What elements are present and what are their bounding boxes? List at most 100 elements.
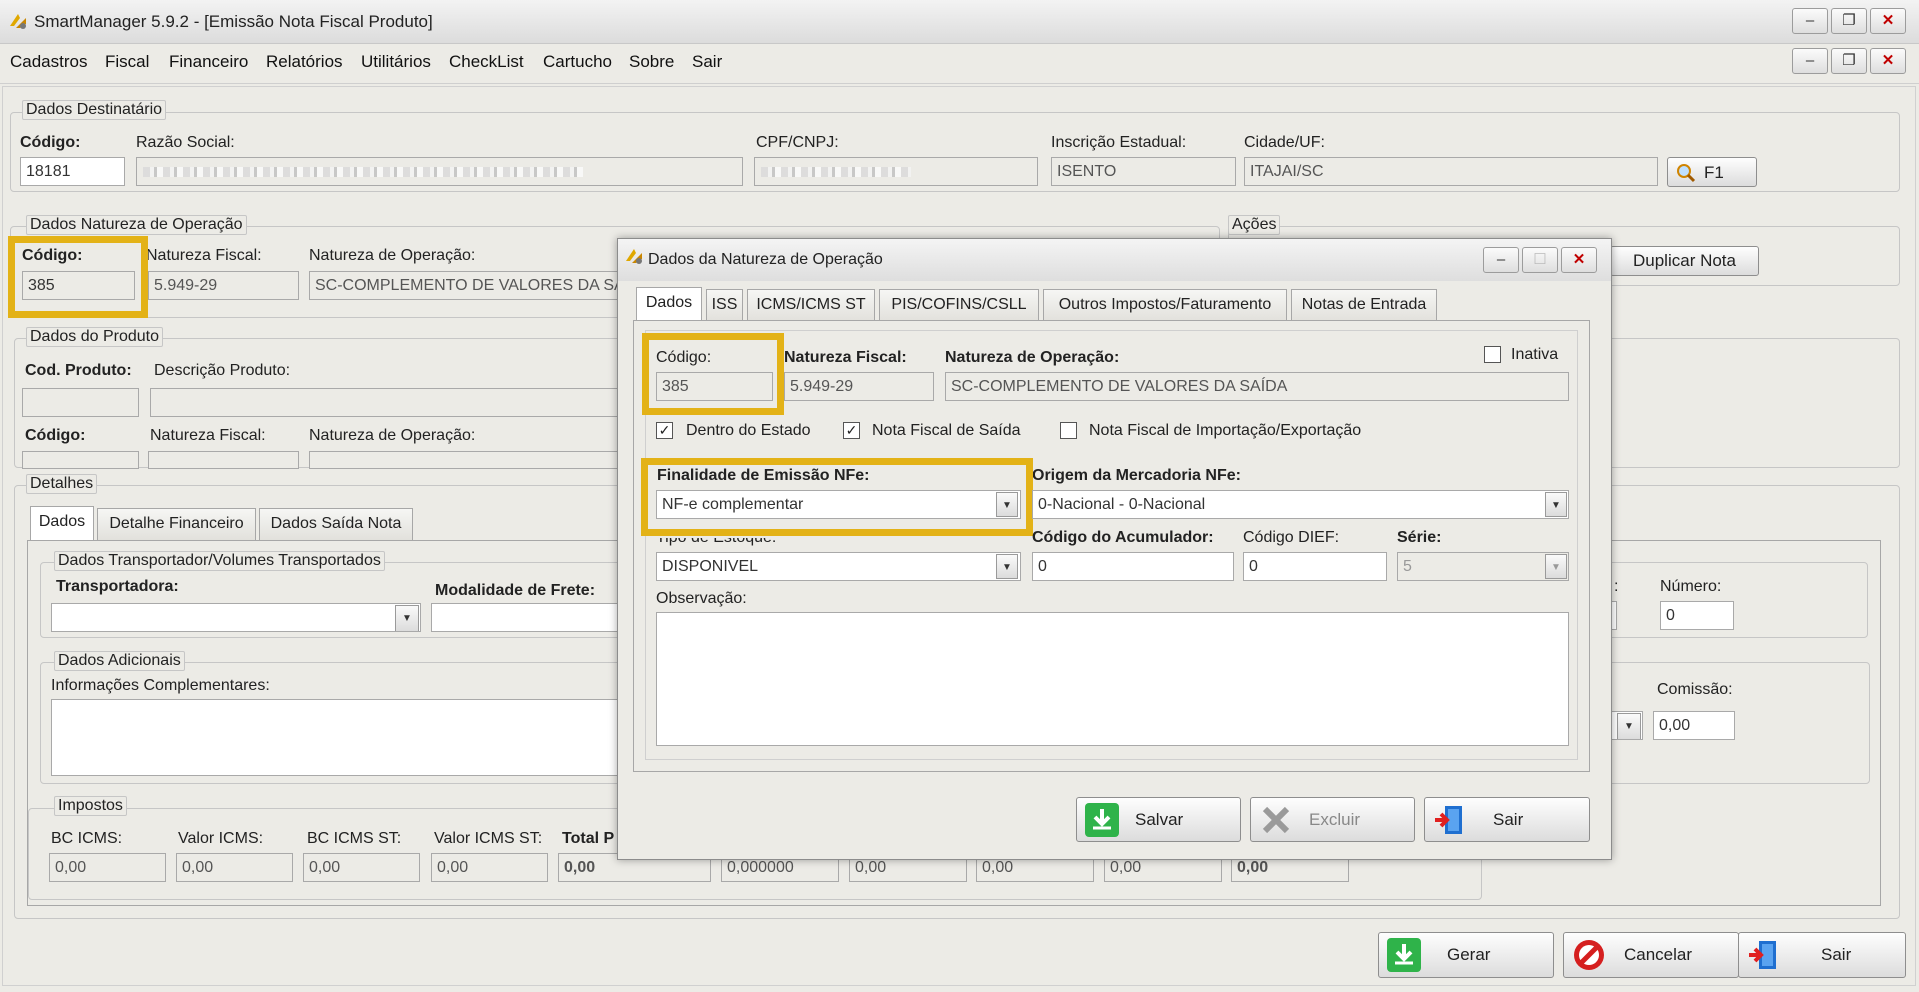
transportadora-select[interactable]: ▼ bbox=[51, 603, 421, 632]
cpf-cnpj-field[interactable] bbox=[754, 157, 1038, 186]
bc-icms-st-field[interactable]: 0,00 bbox=[303, 853, 420, 882]
close-button[interactable]: ✕ bbox=[1870, 8, 1906, 34]
info-complementares-textarea[interactable] bbox=[51, 699, 621, 776]
modal-fiscal-label: Natureza Fiscal: bbox=[784, 349, 907, 366]
tab-detalhes-dados[interactable]: Dados bbox=[30, 506, 94, 540]
natureza-operacao-field[interactable]: SC-COMPLEMENTO DE VALORES DA SA bbox=[309, 271, 629, 300]
gerar-label: Gerar bbox=[1447, 945, 1491, 964]
valor-icms-st-field[interactable]: 0,00 bbox=[431, 853, 548, 882]
tab-modal-notas-entrada[interactable]: Notas de Entrada bbox=[1291, 289, 1437, 321]
dentro-estado-checkbox[interactable]: ✓ bbox=[656, 422, 673, 439]
dief-label: Código DIEF: bbox=[1243, 529, 1340, 546]
tab-modal-dados[interactable]: Dados bbox=[636, 287, 702, 321]
serie-select[interactable]: 5 bbox=[1397, 552, 1569, 581]
acumulador-label: Código do Acumulador: bbox=[1032, 529, 1214, 546]
observacao-textarea[interactable] bbox=[656, 612, 1569, 746]
destinatario-codigo-field[interactable]: 18181 bbox=[20, 157, 125, 186]
razao-social-field[interactable] bbox=[136, 157, 743, 186]
valor-icms-field[interactable]: 0,00 bbox=[176, 853, 293, 882]
restore-button[interactable]: ❐ bbox=[1831, 8, 1867, 34]
inscricao-estadual-field[interactable]: ISENTO bbox=[1051, 157, 1236, 186]
total-label: Total P bbox=[562, 830, 615, 847]
modal-excluir-label: Excluir bbox=[1309, 809, 1361, 829]
natureza-fiscal-label: Natureza Fiscal: bbox=[146, 247, 262, 264]
produto-desc-label: Descrição Produto: bbox=[154, 362, 291, 379]
destinatario-group-label: Dados Destinatário bbox=[22, 100, 167, 120]
inativa-checkbox[interactable] bbox=[1484, 346, 1501, 363]
menu-checklist[interactable]: CheckList bbox=[449, 52, 524, 72]
dialog-close-button[interactable]: ✕ bbox=[1561, 247, 1597, 273]
acumulador-field[interactable]: 0 bbox=[1032, 552, 1234, 581]
produto-fiscal-label: Natureza Fiscal: bbox=[150, 427, 266, 444]
produto-operacao-label: Natureza de Operação: bbox=[309, 427, 476, 444]
menu-relatorios[interactable]: Relatórios bbox=[266, 52, 343, 72]
modalidade-frete-select[interactable] bbox=[431, 603, 621, 632]
serie-chevron-down-icon[interactable]: ▼ bbox=[1545, 554, 1567, 579]
produto-codigo-label: Código: bbox=[25, 427, 86, 444]
natureza-fiscal-field[interactable]: 5.949-29 bbox=[148, 271, 299, 300]
produto-group-label: Dados do Produto bbox=[26, 327, 163, 347]
menu-cartucho[interactable]: Cartucho bbox=[543, 52, 612, 72]
inscricao-estadual-label: Inscrição Estadual: bbox=[1051, 134, 1187, 151]
tab-detalhe-financeiro[interactable]: Detalhe Financeiro bbox=[97, 508, 256, 540]
tab-dados-saida-nota[interactable]: Dados Saída Nota bbox=[259, 508, 413, 540]
modal-fiscal-field[interactable]: 5.949-29 bbox=[784, 372, 934, 401]
importacao-checkbox[interactable] bbox=[1060, 422, 1077, 439]
info-complementares-label: Informações Complementares: bbox=[51, 677, 270, 694]
produto-desc-field[interactable] bbox=[150, 388, 620, 417]
sair-button[interactable]: Sair bbox=[1738, 932, 1906, 978]
dialog-maximize-button[interactable]: ☐ bbox=[1522, 247, 1558, 273]
razao-social-label: Razão Social: bbox=[136, 134, 235, 151]
exit-door-icon bbox=[1433, 803, 1467, 837]
detalhes-group-label: Detalhes bbox=[26, 474, 98, 494]
comissao-field[interactable]: 0,00 bbox=[1653, 711, 1735, 740]
dialog-minimize-button[interactable]: – bbox=[1483, 247, 1519, 273]
exit-door-icon bbox=[1747, 938, 1781, 972]
modal-sair-label: Sair bbox=[1493, 809, 1524, 829]
menu-utilitarios[interactable]: Utilitários bbox=[361, 52, 431, 72]
produto-fiscal-field[interactable] bbox=[148, 451, 299, 469]
modal-operacao-label: Natureza de Operação: bbox=[945, 349, 1120, 366]
cidade-uf-field[interactable]: ITAJAI/SC bbox=[1244, 157, 1658, 186]
child-restore-button[interactable]: ❐ bbox=[1831, 48, 1867, 74]
modal-salvar-button[interactable]: Salvar bbox=[1076, 797, 1241, 842]
tab-modal-outros-impostos[interactable]: Outros Impostos/Faturamento bbox=[1043, 289, 1287, 321]
estoque-chevron-down-icon[interactable]: ▼ bbox=[996, 554, 1018, 579]
volumes-label-colon: : bbox=[1614, 578, 1619, 595]
produto-cod-field[interactable] bbox=[22, 388, 139, 417]
menu-financeiro[interactable]: Financeiro bbox=[169, 52, 248, 72]
tab-modal-pis-cofins[interactable]: PIS/COFINS/CSLL bbox=[879, 289, 1039, 321]
dialog-title: Dados da Natureza de Operação bbox=[648, 251, 883, 268]
duplicar-nota-button[interactable]: Duplicar Nota bbox=[1610, 246, 1759, 276]
produto-operacao-field[interactable] bbox=[309, 451, 619, 469]
inativa-label: Inativa bbox=[1511, 346, 1559, 363]
dief-field[interactable]: 0 bbox=[1243, 552, 1387, 581]
numero-field[interactable]: 0 bbox=[1660, 601, 1734, 630]
child-minimize-button[interactable]: – bbox=[1792, 48, 1828, 74]
search-f1-button[interactable]: F1 bbox=[1667, 157, 1757, 187]
origem-select[interactable]: 0-Nacional - 0-Nacional bbox=[1032, 490, 1569, 519]
produto-codigo-field[interactable] bbox=[22, 451, 139, 469]
menu-fiscal[interactable]: Fiscal bbox=[105, 52, 149, 72]
bc-icms-field[interactable]: 0,00 bbox=[49, 853, 166, 882]
menu-cadastros[interactable]: Cadastros bbox=[10, 52, 87, 72]
gerar-button[interactable]: Gerar bbox=[1378, 932, 1554, 978]
tab-modal-iss[interactable]: ISS bbox=[706, 289, 743, 321]
modal-operacao-field[interactable]: SC-COMPLEMENTO DE VALORES DA SAÍDA bbox=[945, 372, 1569, 401]
estoque-select[interactable]: DISPONIVEL bbox=[656, 552, 1021, 581]
menu-sair[interactable]: Sair bbox=[692, 52, 722, 72]
minimize-button[interactable]: – bbox=[1792, 8, 1828, 34]
origem-chevron-down-icon[interactable]: ▼ bbox=[1545, 492, 1567, 517]
chevron-down-icon: ▼ bbox=[1617, 713, 1641, 739]
cancelar-button[interactable]: Cancelar bbox=[1563, 932, 1739, 978]
cancel-icon bbox=[1572, 938, 1606, 972]
modal-sair-button[interactable]: Sair bbox=[1424, 797, 1590, 842]
natureza-codigo-highlight bbox=[8, 236, 148, 318]
modal-excluir-button[interactable]: Excluir bbox=[1250, 797, 1415, 842]
tab-modal-icms[interactable]: ICMS/ICMS ST bbox=[747, 289, 875, 321]
child-close-button[interactable]: ✕ bbox=[1870, 48, 1906, 74]
download-icon bbox=[1387, 938, 1421, 972]
impostos-group-label: Impostos bbox=[54, 796, 127, 816]
nota-saida-checkbox[interactable]: ✓ bbox=[843, 422, 860, 439]
menu-sobre[interactable]: Sobre bbox=[629, 52, 674, 72]
